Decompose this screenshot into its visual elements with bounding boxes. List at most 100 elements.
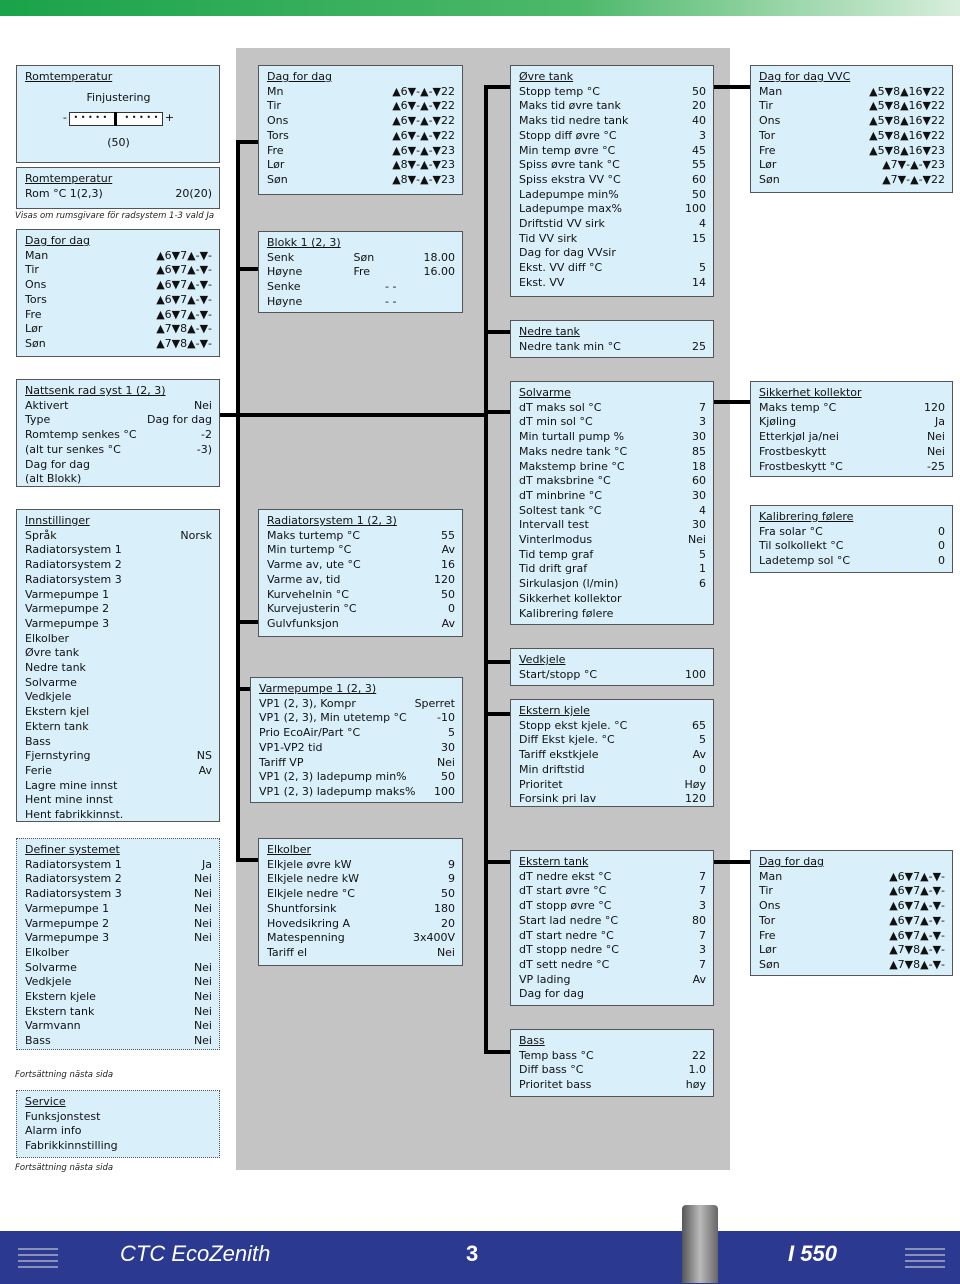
menu-row[interactable]: VP1 (2, 3) ladepump maks% 100 xyxy=(259,785,455,800)
menu-row[interactable]: dT sett nedre °C 7 xyxy=(519,958,706,973)
menu-row[interactable]: Varme av, ute °C 16 xyxy=(267,558,455,573)
menu-row[interactable]: Lør ▲8▼-▲-▼23 xyxy=(267,158,455,173)
menu-row[interactable]: Diff Ekst kjele. °C 5 xyxy=(519,733,706,748)
menu-row[interactable]: Prioritet Høy xyxy=(519,778,706,793)
box-title[interactable]: Kalibrering følere xyxy=(759,510,945,525)
menu-row[interactable]: dT start øvre °C 7 xyxy=(519,884,706,899)
menu-row[interactable]: Min driftstid 0 xyxy=(519,763,706,778)
menu-row[interactable]: dT stopp nedre °C 3 xyxy=(519,943,706,958)
box-title[interactable]: Varmepumpe 1 (2, 3) xyxy=(259,682,455,697)
menu-row[interactable]: Vedkjele xyxy=(25,690,212,705)
menu-row[interactable]: Ladetemp sol °C 0 xyxy=(759,554,945,569)
menu-row[interactable]: Ladepumpe max% 100 xyxy=(519,202,706,217)
fine-adjust-slider[interactable]: - • • • • • • • • • • + xyxy=(25,111,212,126)
menu-row[interactable]: dT start nedre °C 7 xyxy=(519,929,706,944)
menu-row[interactable]: Tir ▲5▼8▲16▼22 xyxy=(759,99,945,114)
menu-row[interactable]: Diff bass °C 1.0 xyxy=(519,1063,706,1078)
menu-row[interactable]: Start lad nedre °C 80 xyxy=(519,914,706,929)
menu-row[interactable]: Kurvejusterin °C 0 xyxy=(267,602,455,617)
menu-row[interactable]: (alt tur senkes °C -3) xyxy=(25,443,212,458)
menu-row[interactable]: Fre ▲5▼8▲16▼23 xyxy=(759,144,945,159)
menu-row[interactable]: Nedre tank xyxy=(25,661,212,676)
menu-row[interactable]: Prioritet bass høy xyxy=(519,1078,706,1093)
box-title[interactable]: Solvarme xyxy=(519,386,706,401)
box-title[interactable]: Elkolber xyxy=(267,843,455,858)
menu-row[interactable]: Ons ▲6▼7▲-▼- xyxy=(759,899,945,914)
menu-row[interactable]: Fra solar °C 0 xyxy=(759,525,945,540)
menu-row[interactable]: Man ▲6▼7▲-▼- xyxy=(25,249,212,264)
menu-row[interactable]: Hovedsikring A 20 xyxy=(267,917,455,932)
menu-row[interactable]: Nedre tank min °C 25 xyxy=(519,340,706,355)
menu-row[interactable]: Lagre mine innst xyxy=(25,779,212,794)
menu-row[interactable]: Tor ▲6▼7▲-▼- xyxy=(759,914,945,929)
menu-row[interactable]: Radiatorsystem 3 Nei xyxy=(25,887,212,902)
menu-row[interactable]: Ons ▲5▼8▲16▼22 xyxy=(759,114,945,129)
menu-row[interactable]: Radiatorsystem 1 Ja xyxy=(25,858,212,873)
menu-row[interactable]: Maks turtemp °C 55 xyxy=(267,529,455,544)
menu-row[interactable]: Stopp temp °C 50 xyxy=(519,85,706,100)
menu-row[interactable]: Vinterlmodus Nei xyxy=(519,533,706,548)
menu-row[interactable]: Tid drift graf 1 xyxy=(519,562,706,577)
menu-row[interactable]: Spiss øvre tank °C 55 xyxy=(519,158,706,173)
box-title[interactable]: Dag for dag xyxy=(759,855,945,870)
menu-row[interactable]: Sikkerhet kollektor xyxy=(519,592,706,607)
box-title[interactable]: Blokk 1 (2, 3) xyxy=(267,236,455,251)
menu-row[interactable]: Hent mine innst xyxy=(25,793,212,808)
menu-row[interactable]: Man ▲6▼7▲-▼- xyxy=(759,870,945,885)
menu-row[interactable]: Alarm info xyxy=(25,1124,212,1139)
menu-row[interactable]: Kjøling Ja xyxy=(759,415,945,430)
menu-row[interactable]: Tor ▲5▼8▲16▼22 xyxy=(759,129,945,144)
menu-row[interactable]: Ons ▲6▼7▲-▼- xyxy=(25,278,212,293)
menu-row[interactable]: Dag for dag xyxy=(519,987,706,1002)
menu-row[interactable]: Varmepumpe 2 xyxy=(25,602,212,617)
menu-row[interactable]: Ferie Av xyxy=(25,764,212,779)
menu-row[interactable]: Varmepumpe 3 xyxy=(25,617,212,632)
menu-row[interactable]: Matespenning 3x400V xyxy=(267,931,455,946)
menu-row[interactable]: Tir ▲6▼-▲-▼22 xyxy=(267,99,455,114)
box-title[interactable]: Sikkerhet kollektor xyxy=(759,386,945,401)
menu-row[interactable]: Kurvehelnin °C 50 xyxy=(267,588,455,603)
menu-row[interactable]: Makstemp brine °C 18 xyxy=(519,460,706,475)
menu-row[interactable]: Tir ▲6▼7▲-▼- xyxy=(759,884,945,899)
box-title[interactable]: Bass xyxy=(519,1034,706,1049)
box-title[interactable]: Øvre tank xyxy=(519,70,706,85)
menu-row[interactable]: VP1 (2, 3), Kompr Sperret xyxy=(259,697,455,712)
menu-row[interactable]: Øvre tank xyxy=(25,646,212,661)
box-title[interactable]: Ekstern tank xyxy=(519,855,706,870)
box-title[interactable]: Ekstern kjele xyxy=(519,704,706,719)
menu-row[interactable]: Fre ▲6▼7▲-▼- xyxy=(759,929,945,944)
menu-row[interactable]: Lør ▲7▼-▲-▼23 xyxy=(759,158,945,173)
menu-row[interactable]: Ekst. VV diff °C 5 xyxy=(519,261,706,276)
menu-row[interactable]: Varmepumpe 1 xyxy=(25,588,212,603)
menu-row[interactable]: Senk Søn 18.00 xyxy=(267,251,455,266)
menu-row[interactable]: Man ▲5▼8▲16▼22 xyxy=(759,85,945,100)
box-title[interactable]: Definer systemet xyxy=(25,843,212,858)
menu-row[interactable]: VP1-VP2 tid 30 xyxy=(259,741,455,756)
menu-row[interactable]: Ekst. VV 14 xyxy=(519,276,706,291)
box-title[interactable]: Nattsenk rad syst 1 (2, 3) xyxy=(25,384,212,399)
menu-row[interactable]: dT min sol °C 3 xyxy=(519,415,706,430)
menu-row[interactable]: Søn ▲7▼8▲-▼- xyxy=(25,337,212,352)
menu-row[interactable]: Intervall test 30 xyxy=(519,518,706,533)
menu-row[interactable]: Temp bass °C 22 xyxy=(519,1049,706,1064)
box-title[interactable]: Dag for dag xyxy=(25,234,212,249)
menu-row[interactable]: Forsink pri lav 120 xyxy=(519,792,706,807)
menu-row[interactable]: Bass xyxy=(25,735,212,750)
menu-row[interactable]: Vedkjele Nei xyxy=(25,975,212,990)
menu-row[interactable]: Tariff VP Nei xyxy=(259,756,455,771)
menu-row[interactable]: Tariff ekstkjele Av xyxy=(519,748,706,763)
box-title[interactable]: Dag for dag xyxy=(267,70,455,85)
menu-row[interactable]: Fre ▲6▼-▲-▼23 xyxy=(267,144,455,159)
menu-row[interactable]: Maks tid nedre tank 40 xyxy=(519,114,706,129)
menu-row[interactable]: Soltest tank °C 4 xyxy=(519,504,706,519)
menu-row[interactable]: Til solkollekt °C 0 xyxy=(759,539,945,554)
menu-row[interactable]: Spiss ekstra VV °C 60 xyxy=(519,173,706,188)
menu-row[interactable]: VP lading Av xyxy=(519,973,706,988)
menu-row[interactable]: Ekstern kjele Nei xyxy=(25,990,212,1005)
menu-row[interactable]: Ekstern tank Nei xyxy=(25,1005,212,1020)
menu-row[interactable]: Varmepumpe 2 Nei xyxy=(25,917,212,932)
menu-row[interactable]: Radiatorsystem 2 xyxy=(25,558,212,573)
menu-row[interactable]: Tors ▲6▼-▲-▼22 xyxy=(267,129,455,144)
slider-knob[interactable] xyxy=(114,111,118,126)
menu-row[interactable]: dT maksbrine °C 60 xyxy=(519,474,706,489)
